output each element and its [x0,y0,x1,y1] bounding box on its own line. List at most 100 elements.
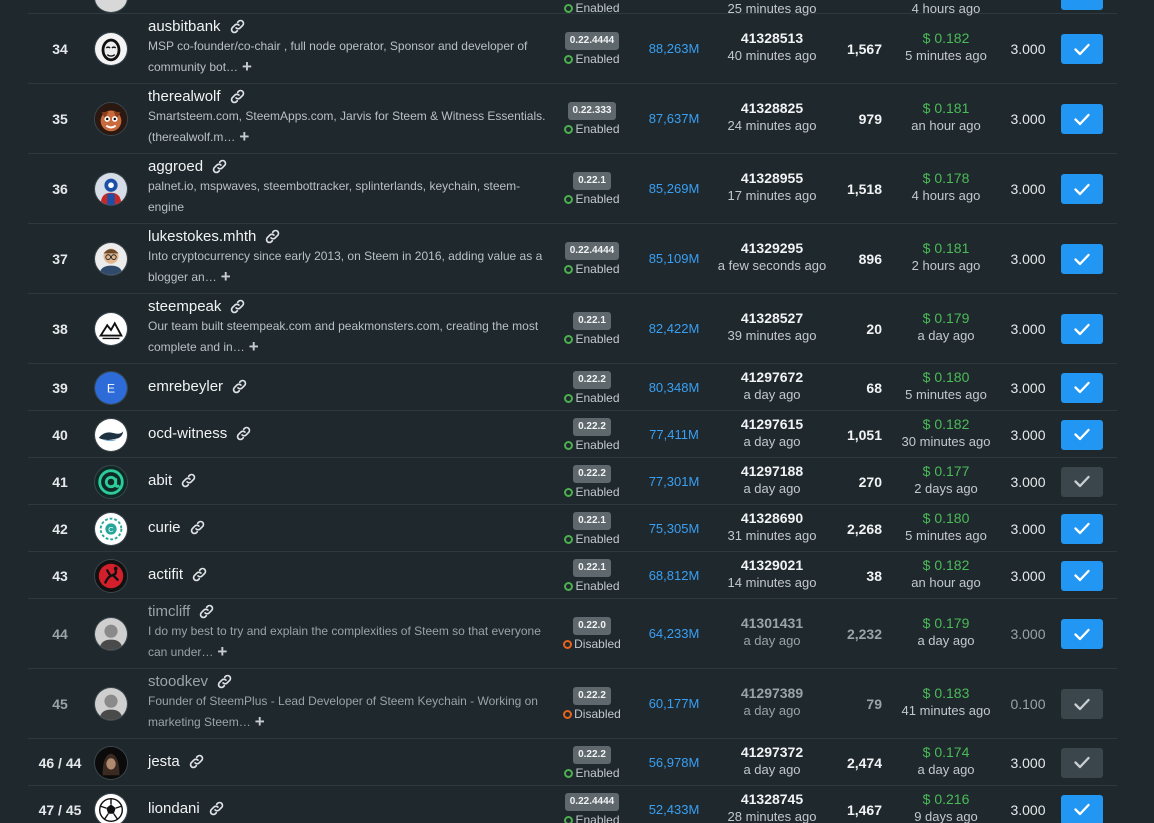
witness-name-link[interactable]: abit [148,472,172,489]
masked-face-icon[interactable] [94,32,128,66]
reg-fee-ratio: 3.000 [1010,41,1046,57]
witness-name-link[interactable]: lukestokes.mhth [148,228,256,245]
link-icon[interactable] [235,425,252,442]
witness-name-link[interactable]: liondani [148,800,200,817]
link-icon[interactable] [208,800,225,817]
link-icon[interactable] [229,88,246,105]
description-text: Founder of SteemPlus - Lead Developer of… [148,694,538,729]
expand-plus-icon[interactable]: + [242,58,252,75]
checkmark-icon [1074,756,1090,769]
at-sign-icon[interactable] [94,464,128,499]
link-icon[interactable] [180,472,197,489]
witness-name-link[interactable]: actifit [148,566,183,583]
hero-icon[interactable] [94,172,128,206]
vote-button[interactable] [1061,419,1103,450]
expand-plus-icon[interactable]: + [255,713,265,730]
whale-icon[interactable] [94,417,128,452]
expand-plus-icon[interactable]: + [221,268,231,285]
witness-name-link[interactable]: ausbitbank [148,18,221,35]
vote-button[interactable] [1061,0,1103,10]
votes-link[interactable]: 60,177M [634,696,714,711]
block-ago: a day ago [743,480,801,496]
vote-button[interactable] [1061,513,1103,544]
votes-link[interactable]: 68,812M [634,568,714,583]
witness-name-link[interactable]: timcliff [148,603,190,620]
price-feed: $ 0.180 [922,368,970,385]
man-glasses-icon[interactable] [94,242,128,276]
witness-name-link[interactable]: ocd-witness [148,425,227,442]
votes-link[interactable]: 77,411M [634,427,714,442]
link-icon[interactable] [191,566,208,583]
link-icon[interactable] [229,298,246,315]
enabled-dot-icon [564,335,574,344]
votes-link[interactable]: 64,233M [634,626,714,641]
version-column: 0.22.4444 Enabled [558,30,626,66]
votes-link[interactable]: 52,433M [634,802,714,817]
vote-button[interactable] [1061,794,1103,823]
version-column: 0.22.4444 Enabled [558,791,626,823]
link-icon[interactable] [198,603,215,620]
vote-button[interactable] [1061,619,1103,649]
link-icon[interactable] [229,18,246,35]
vote-button[interactable] [1061,466,1103,497]
link-icon[interactable] [216,673,233,690]
votes-link[interactable]: 75,305M [634,521,714,536]
price-ago: 9 days ago [914,808,978,823]
curie-logo-icon[interactable]: C [94,511,128,546]
mountain-logo-icon[interactable] [94,312,128,346]
price-ago: 2 hours ago [911,258,981,273]
votes-link[interactable]: 77,301M [634,474,714,489]
witness-name-link[interactable]: curie [148,519,181,536]
witness-info: stoodkev Founder of SteemPlus - Lead Deve… [148,673,553,733]
table-row: 44 timcliff I do my best to try and explai… [28,599,1117,669]
witness-name-link[interactable]: aggroed [148,158,203,175]
votes-link[interactable]: 88,263M [634,41,714,56]
link-icon[interactable] [264,228,281,245]
vote-button[interactable] [1061,244,1103,274]
expand-plus-icon[interactable]: + [217,643,227,660]
runner-logo-icon[interactable] [94,558,128,593]
man-portrait-icon[interactable] [94,687,128,721]
checkmark-icon [1074,475,1090,488]
vote-button[interactable] [1061,747,1103,778]
vote-button[interactable] [1061,34,1103,64]
votes-link[interactable]: 80,348M [634,380,714,395]
votes-link[interactable]: 82,422M [634,321,714,336]
witness-name-link[interactable]: stoodkev [148,673,208,690]
checkmark-icon [1074,43,1090,56]
reg-fee-ratio: 3.000 [1010,111,1046,127]
wolf-cartoon-icon[interactable] [94,102,128,136]
man-portrait-icon[interactable] [94,617,128,651]
expand-plus-icon[interactable]: + [239,128,249,145]
last-block: 41328690 [740,509,804,526]
vote-button[interactable] [1061,104,1103,134]
witness-info: curie [148,519,553,536]
hooded-figure-icon[interactable] [94,745,128,780]
vote-button[interactable] [1061,314,1103,344]
vote-button[interactable] [1061,372,1103,403]
checkmark-icon [1074,113,1090,126]
votes-link[interactable]: 87,637M [634,111,714,126]
votes-link[interactable]: 85,269M [634,181,714,196]
vote-button[interactable] [1061,560,1103,591]
price-column: $ 0.180 5 minutes ago [888,369,1004,402]
vote-button[interactable] [1061,689,1103,719]
votes-link[interactable]: 56,978M [634,755,714,770]
witness-name-link[interactable]: steempeak [148,298,221,315]
witness-name-link[interactable]: therealwolf [148,88,221,105]
link-icon[interactable] [231,378,248,395]
link-icon[interactable] [189,519,206,536]
votes-link[interactable]: 85,109M [634,251,714,266]
letter-e-icon[interactable]: E [94,370,128,405]
witness-name-link[interactable]: jesta [148,753,180,770]
link-icon[interactable] [211,158,228,175]
witness-name-link[interactable]: emrebeyler [148,378,223,395]
expand-plus-icon[interactable]: + [249,338,259,355]
missed-blocks: 68 [866,379,882,396]
last-block: 41328745 [740,790,804,807]
table-row: 45 stoodkev Founder of SteemPlus - Lead De… [28,669,1117,739]
link-icon[interactable] [188,753,205,770]
vote-button[interactable] [1061,174,1103,204]
soccer-ball-icon[interactable] [94,792,128,823]
price-feed: $ 0.179 [922,310,970,326]
